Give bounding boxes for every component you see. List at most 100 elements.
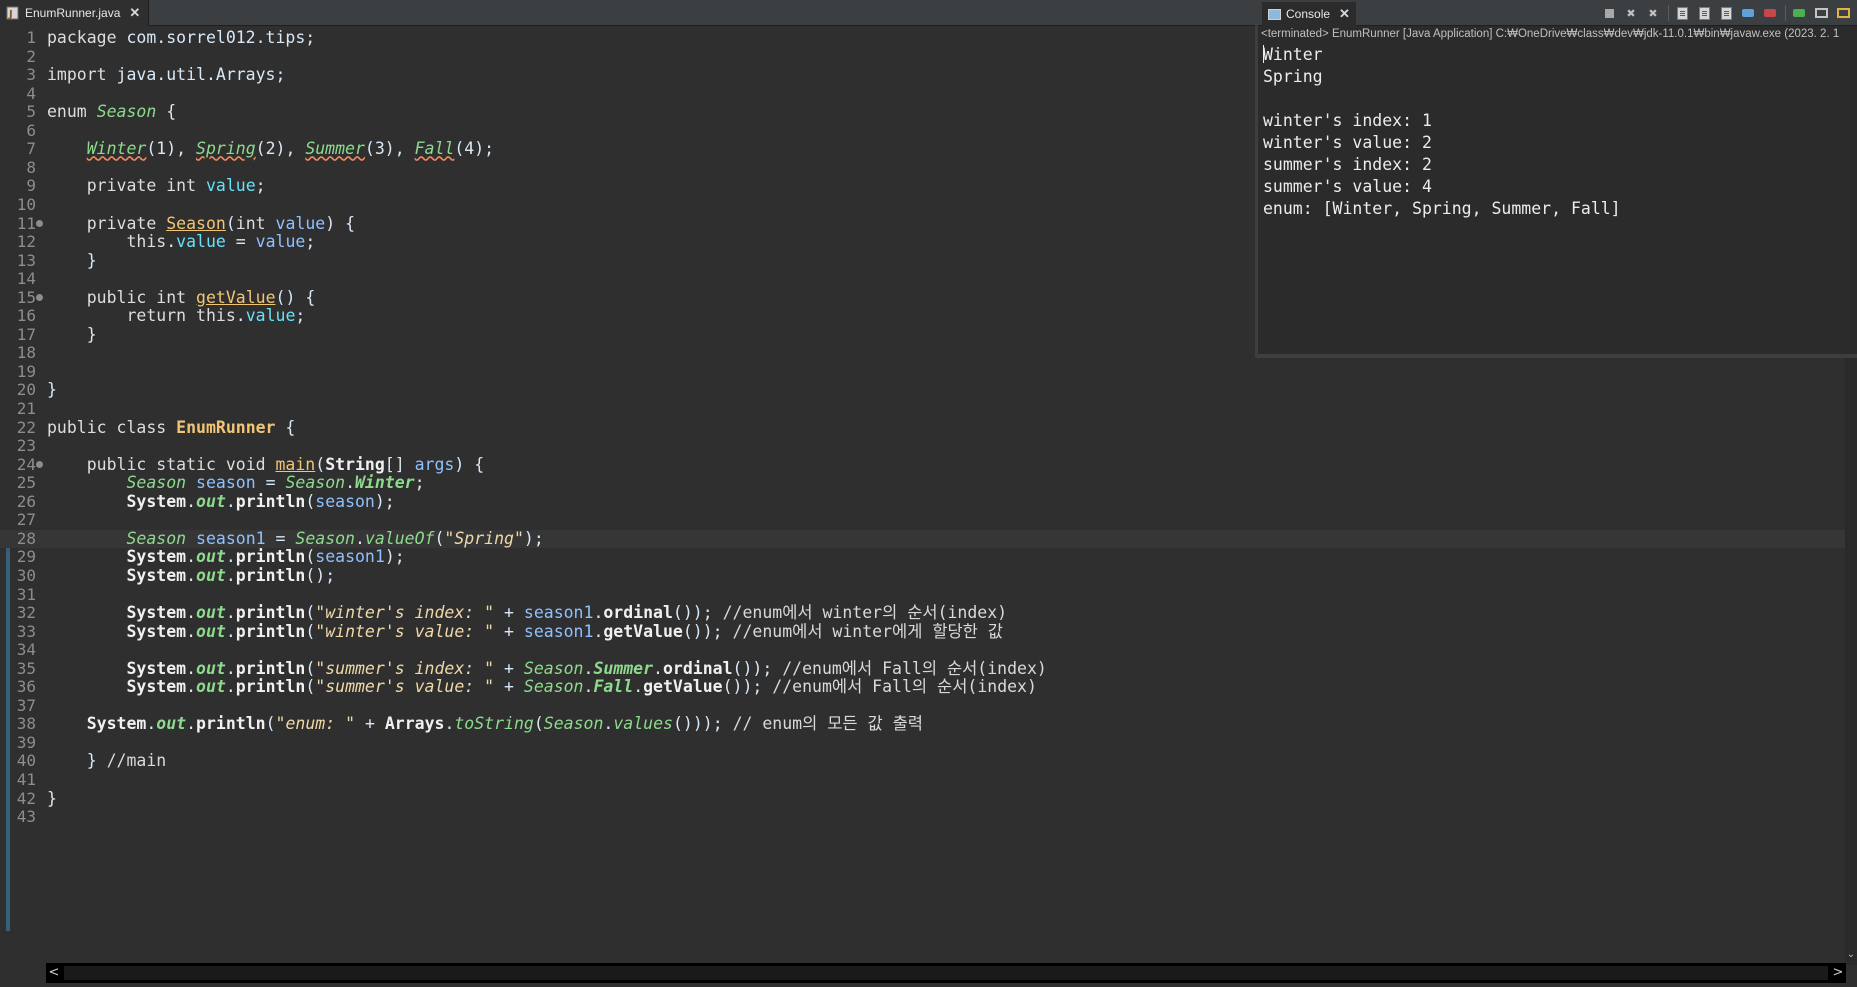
code-token: out <box>196 677 226 697</box>
code-text: } <box>47 325 97 345</box>
code-token: . <box>186 658 197 678</box>
code-token: ( <box>225 213 236 233</box>
line-number: 3 <box>26 65 36 85</box>
editor-horizontal-scrollbar[interactable]: < > <box>46 963 1846 983</box>
editor-tab-enumrunner[interactable]: J EnumRunner.java ✕ <box>0 0 150 26</box>
code-text: package com.sorrel012.tips; <box>47 28 315 48</box>
code-token: } <box>47 788 57 808</box>
console-tab[interactable]: Console ✕ <box>1262 2 1356 26</box>
code-token: println <box>235 621 306 641</box>
fold-toggle-icon[interactable] <box>36 461 43 469</box>
remove-launch-icon[interactable]: ✖ <box>1623 5 1639 21</box>
code-line[interactable]: 37 <box>0 696 1845 716</box>
code-token: System <box>126 491 187 511</box>
code-line[interactable]: 38 System.out.println("enum: " + Arrays.… <box>0 715 1845 734</box>
code-token: season1 <box>315 547 385 567</box>
code-line[interactable]: 36 System.out.println("summer's value: "… <box>0 677 1845 697</box>
fold-toggle-icon[interactable] <box>36 220 43 228</box>
code-token: () { <box>275 287 316 307</box>
code-line[interactable]: 21 <box>0 399 1845 419</box>
close-console-icon[interactable]: ✕ <box>1339 6 1350 22</box>
code-text: Season season = Season.Winter; <box>47 473 425 493</box>
code-token: . <box>225 547 236 567</box>
scroll-right-icon[interactable]: > <box>1830 963 1846 983</box>
remove-all-terminated-icon[interactable]: ✖ <box>1645 5 1661 21</box>
code-token: System <box>126 603 187 623</box>
code-line[interactable]: 32 System.out.println("winter's index: "… <box>0 603 1845 623</box>
code-token: return this <box>126 306 236 326</box>
code-line[interactable]: 42} <box>0 788 1845 809</box>
code-token: = <box>225 232 256 252</box>
scroll-left-icon[interactable]: < <box>46 963 62 983</box>
code-token: Winter <box>86 139 147 159</box>
code-line[interactable]: 24 public static void main(String[] args… <box>0 455 1845 475</box>
code-token: //main <box>106 751 167 771</box>
show-on-stderr-icon[interactable] <box>1762 5 1778 21</box>
code-token: ( <box>305 621 316 641</box>
pin-console-icon[interactable] <box>1791 5 1807 21</box>
code-token: println <box>235 547 306 567</box>
code-line[interactable]: 33 System.out.println("winter's value: "… <box>0 621 1845 642</box>
line-number: 5 <box>26 102 36 122</box>
terminate-icon[interactable] <box>1601 5 1617 21</box>
close-tab-icon[interactable]: ✕ <box>129 5 140 21</box>
code-token: value <box>245 306 296 326</box>
code-token: ; <box>414 473 425 493</box>
code-token: println <box>235 565 306 585</box>
show-on-stdout-icon[interactable] <box>1740 5 1756 21</box>
code-token: . <box>593 621 604 641</box>
code-token: . <box>225 677 236 697</box>
line-number: 2 <box>26 46 36 66</box>
console-header: Console ✕ ✖ ✖ <box>1258 0 1857 26</box>
code-text: } <box>47 251 97 271</box>
code-token: . <box>186 603 197 623</box>
code-token: EnumRunner <box>176 417 276 437</box>
code-line[interactable]: 23 <box>0 437 1845 456</box>
code-token: out <box>196 565 226 585</box>
code-token: + <box>355 714 385 734</box>
code-line[interactable]: 41 <box>0 770 1845 790</box>
code-token: . <box>444 714 455 734</box>
code-token: . <box>225 603 236 623</box>
code-line[interactable]: 20} <box>0 381 1845 400</box>
word-wrap-icon[interactable] <box>1718 5 1734 21</box>
code-line[interactable]: 22 public class EnumRunner { <box>0 417 1845 438</box>
code-line[interactable]: 27 <box>0 511 1845 530</box>
code-token: Season <box>543 714 604 734</box>
code-token: . <box>146 714 157 734</box>
code-token: ( <box>434 528 445 548</box>
code-line[interactable]: 28 Season season1 = Season.valueOf("Spri… <box>0 528 1845 549</box>
code-line[interactable]: 19 <box>0 362 1845 382</box>
open-console-icon[interactable] <box>1835 5 1851 21</box>
code-line[interactable]: 29 System.out.println(season1); <box>0 548 1845 567</box>
code-token: ()); <box>722 677 773 697</box>
clear-console-icon[interactable] <box>1674 5 1690 21</box>
code-line[interactable]: 43 <box>0 808 1845 827</box>
fold-toggle-icon[interactable] <box>36 294 43 302</box>
code-line[interactable]: 35 System.out.println("summer's index: "… <box>0 658 1845 679</box>
code-line[interactable]: 40 } //main <box>0 752 1845 771</box>
scroll-down-icon[interactable]: ⌄ <box>1845 949 1857 965</box>
code-line[interactable]: 30 System.out.println(); <box>0 565 1845 586</box>
scroll-thumb[interactable] <box>64 966 1828 980</box>
console-output-line: winter's value: 2 <box>1263 132 1853 154</box>
code-token: + <box>494 658 524 678</box>
code-line[interactable]: 39 <box>0 733 1845 753</box>
scroll-lock-icon[interactable] <box>1696 5 1712 21</box>
display-console-icon[interactable] <box>1813 5 1829 21</box>
line-number: 14 <box>16 269 36 289</box>
code-line[interactable]: 25 Season season = Season.Winter; <box>0 473 1845 493</box>
code-line[interactable]: 31 <box>0 585 1845 605</box>
console-output[interactable]: Winter Spring winter's index: 1 winter's va… <box>1263 44 1853 220</box>
code-line[interactable]: 34 <box>0 641 1845 660</box>
code-line[interactable]: 26 System.out.println(season); <box>0 491 1845 512</box>
line-number: 12 <box>16 232 36 252</box>
